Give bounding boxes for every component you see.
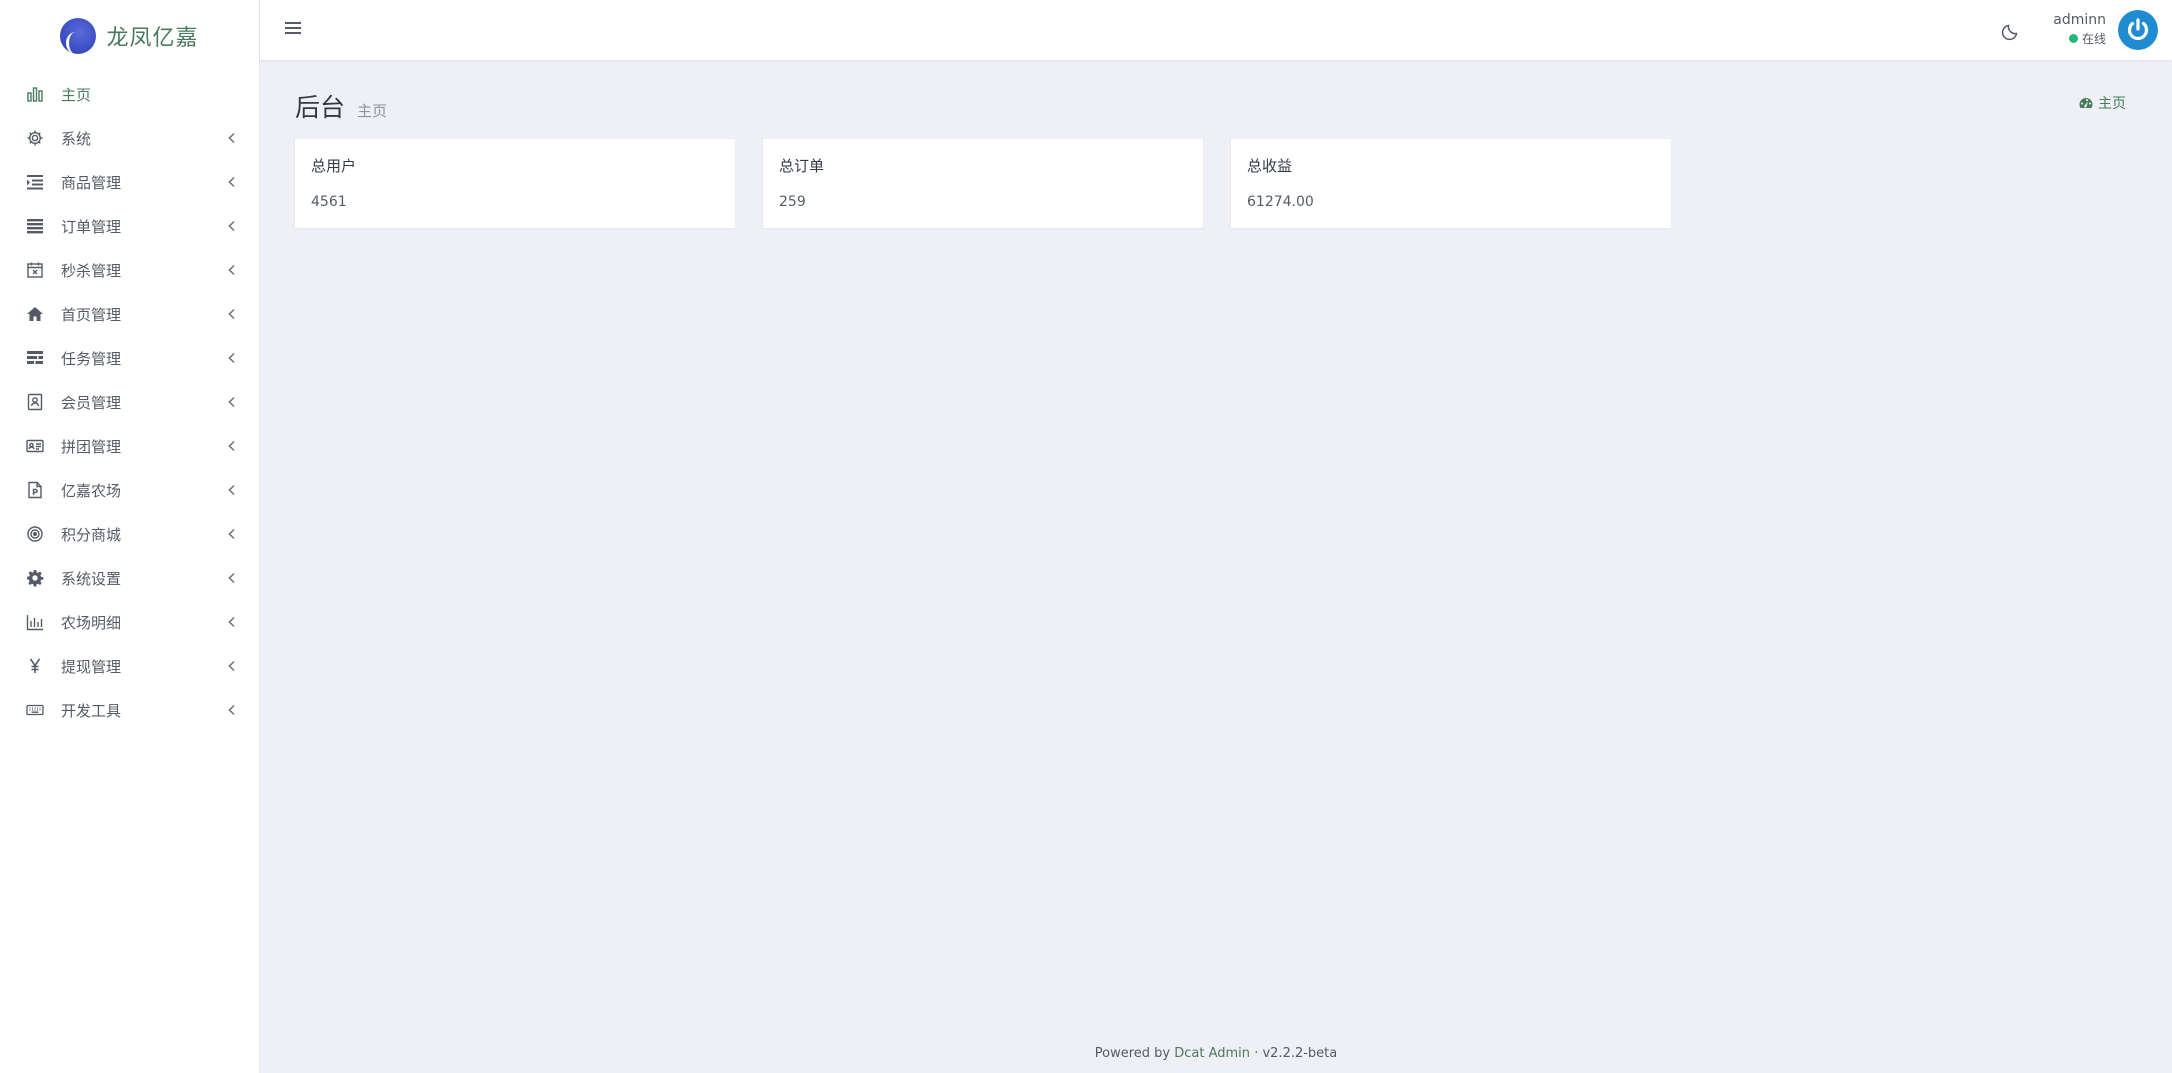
page-subtitle: 主页 bbox=[357, 102, 388, 120]
card-title: 总收益 bbox=[1247, 157, 1293, 175]
brand[interactable]: 龙凤亿嘉 bbox=[0, 0, 259, 72]
dashboard-icon bbox=[2079, 98, 2093, 108]
chevron-left-icon bbox=[225, 659, 239, 673]
content-header: 后台 主页 bbox=[295, 88, 387, 124]
sidebar-item-label: 主页 bbox=[61, 85, 92, 104]
chevron-left-icon bbox=[225, 703, 239, 717]
chevron-left-icon bbox=[225, 395, 239, 409]
sidebar-item-farm[interactable]: 亿嘉农场 bbox=[0, 468, 259, 512]
card-value: 259 bbox=[779, 194, 806, 210]
chevron-left-icon bbox=[225, 439, 239, 453]
home-icon bbox=[26, 305, 44, 323]
page-title: 后台 bbox=[295, 93, 346, 122]
chevron-left-icon bbox=[225, 571, 239, 585]
sidebar-item-label: 秒杀管理 bbox=[61, 261, 122, 280]
footer-powered-by: Powered by bbox=[1094, 1046, 1171, 1061]
sidebar-item-label: 系统 bbox=[61, 129, 92, 148]
sidebar-item-dev-tools[interactable]: 开发工具 bbox=[0, 688, 259, 732]
sidebar-item-label: 积分商城 bbox=[61, 525, 122, 544]
calendar-x-icon bbox=[26, 261, 44, 279]
bar-chart-icon bbox=[26, 85, 44, 103]
sidebar-item-label: 任务管理 bbox=[61, 349, 122, 368]
sidebar-item-label: 亿嘉农场 bbox=[61, 481, 122, 500]
yen-icon bbox=[26, 657, 44, 675]
tasks-icon bbox=[26, 349, 44, 367]
moon-logo-icon bbox=[60, 18, 97, 54]
sidebar-item-tasks[interactable]: 任务管理 bbox=[0, 336, 259, 380]
user-status: 在线 bbox=[2068, 30, 2106, 47]
sidebar-item-label: 商品管理 bbox=[61, 173, 122, 192]
sidebar-item-group-buy[interactable]: 拼团管理 bbox=[0, 424, 259, 468]
card-value: 4561 bbox=[311, 194, 347, 210]
user-menu[interactable]: adminn 在线 bbox=[2053, 12, 2106, 47]
chevron-left-icon bbox=[225, 351, 239, 365]
sidebar-item-label: 拼团管理 bbox=[61, 437, 122, 456]
user-name: adminn bbox=[2053, 12, 2106, 28]
footer-separator: · bbox=[1254, 1046, 1259, 1061]
column-chart-icon bbox=[26, 613, 44, 631]
moon-icon bbox=[2001, 24, 2018, 41]
breadcrumb[interactable]: 主页 bbox=[2079, 93, 2126, 113]
list-icon bbox=[26, 217, 44, 235]
stat-card-total-revenue: 总收益 61274.00 bbox=[1231, 139, 1671, 228]
sidebar-item-home[interactable]: 主页 bbox=[0, 72, 259, 116]
gear-icon bbox=[26, 129, 44, 147]
card-value: 61274.00 bbox=[1247, 194, 1314, 210]
footer-version: v2.2.2-beta bbox=[1262, 1046, 1338, 1061]
sidebar-item-label: 提现管理 bbox=[61, 657, 122, 676]
sidebar-item-members[interactable]: 会员管理 bbox=[0, 380, 259, 424]
sidebar-item-farm-details[interactable]: 农场明细 bbox=[0, 600, 259, 644]
sidebar-item-products[interactable]: 商品管理 bbox=[0, 160, 259, 204]
power-icon bbox=[2127, 18, 2149, 41]
sidebar-menu: 主页 系统 商品管理 订单管理 秒杀管理 首页管理 任务管理 会员管理 拼团管理… bbox=[0, 72, 259, 732]
sidebar-item-label: 开发工具 bbox=[61, 701, 122, 720]
id-card-icon bbox=[26, 437, 44, 455]
dark-mode-toggle[interactable] bbox=[2000, 20, 2022, 42]
sidebar-item-system[interactable]: 系统 bbox=[0, 116, 259, 160]
chevron-left-icon bbox=[225, 615, 239, 629]
brand-title: 龙凤亿嘉 bbox=[106, 26, 199, 51]
chevron-left-icon bbox=[225, 527, 239, 541]
card-title: 总用户 bbox=[311, 157, 357, 175]
card-title: 总订单 bbox=[779, 157, 825, 175]
hamburger-icon bbox=[285, 22, 301, 34]
indent-list-icon bbox=[26, 173, 44, 191]
sidebar-item-label: 系统设置 bbox=[61, 569, 122, 588]
file-p-icon bbox=[26, 481, 44, 499]
member-card-icon bbox=[26, 393, 44, 411]
sidebar-item-withdrawals[interactable]: 提现管理 bbox=[0, 644, 259, 688]
footer-dcat-link[interactable]: Dcat Admin bbox=[1174, 1046, 1250, 1061]
sidebar-item-label: 首页管理 bbox=[61, 305, 122, 324]
user-status-label: 在线 bbox=[2081, 32, 2106, 46]
sidebar-item-label: 农场明细 bbox=[61, 613, 122, 632]
footer: Powered by Dcat Admin · v2.2.2-beta bbox=[260, 1046, 2172, 1061]
chevron-left-icon bbox=[225, 483, 239, 497]
sidebar-item-label: 会员管理 bbox=[61, 393, 122, 412]
avatar[interactable] bbox=[2118, 10, 2158, 50]
chevron-left-icon bbox=[225, 263, 239, 277]
sidebar-item-flash-sale[interactable]: 秒杀管理 bbox=[0, 248, 259, 292]
sidebar-item-orders[interactable]: 订单管理 bbox=[0, 204, 259, 248]
top-navbar: adminn 在线 bbox=[260, 0, 2172, 60]
keyboard-icon bbox=[26, 701, 44, 719]
sidebar-item-settings[interactable]: 系统设置 bbox=[0, 556, 259, 600]
sidebar-item-homepage[interactable]: 首页管理 bbox=[0, 292, 259, 336]
chevron-left-icon bbox=[225, 175, 239, 189]
sidebar-item-label: 订单管理 bbox=[61, 217, 122, 236]
stat-card-total-users: 总用户 4561 bbox=[295, 139, 735, 228]
stat-card-total-orders: 总订单 259 bbox=[763, 139, 1203, 228]
cog-icon bbox=[26, 569, 44, 587]
online-dot-icon bbox=[2068, 34, 2078, 43]
stat-cards: 总用户 4561 总订单 259 总收益 61274.00 bbox=[295, 139, 1671, 228]
chevron-left-icon bbox=[225, 219, 239, 233]
sidebar-item-points-mall[interactable]: 积分商城 bbox=[0, 512, 259, 556]
sidebar: 龙凤亿嘉 主页 系统 商品管理 订单管理 秒杀管理 首页管理 任务管理 会员管理… bbox=[0, 0, 260, 1073]
breadcrumb-home: 主页 bbox=[2098, 96, 2126, 112]
sidebar-toggle-button[interactable] bbox=[280, 16, 306, 40]
chevron-left-icon bbox=[225, 307, 239, 321]
target-icon bbox=[26, 525, 44, 543]
chevron-left-icon bbox=[225, 131, 239, 145]
